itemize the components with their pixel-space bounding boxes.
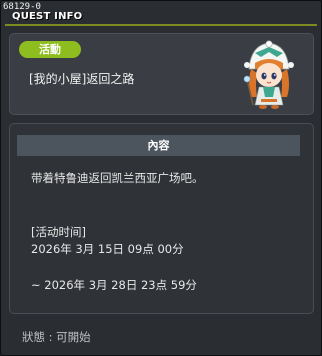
title-divider (5, 24, 317, 26)
event-start-time: 2026年 3月 15日 09点 00分 (31, 242, 184, 256)
quest-status: 狀態 : 可開始 (22, 330, 91, 344)
event-badge: 活動 (19, 41, 81, 58)
event-time-label: [活动时间] (31, 225, 86, 239)
content-header: 內容 (17, 135, 300, 156)
quest-name: [我的小屋]返回之路 (29, 72, 135, 86)
event-end-time: ~ 2026年 3月 28日 23点 59分 (31, 278, 197, 292)
npc-portrait-icon (243, 40, 294, 109)
quest-info-window: 68129-0 QUEST INFO 活動 [我的小屋]返回之路 內容 带着特鲁… (0, 0, 322, 356)
window-title: QUEST INFO (12, 11, 83, 22)
quest-description: 带着特鲁迪返回凯兰西亚广场吧。 (31, 171, 204, 185)
